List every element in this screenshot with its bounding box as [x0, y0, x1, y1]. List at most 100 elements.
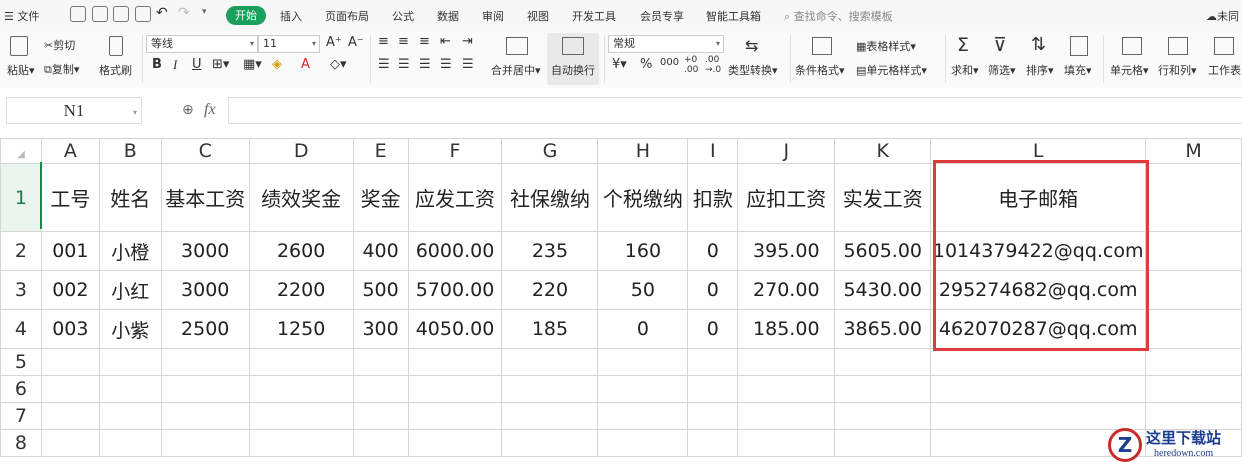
column-header-G[interactable]: G: [501, 138, 599, 164]
quick-access-dropdown-icon[interactable]: ▾: [202, 7, 207, 17]
filter-icon[interactable]: ⊽: [993, 34, 1007, 56]
fill-button[interactable]: 填充▾: [1064, 62, 1092, 78]
worksheet-button[interactable]: 工作表: [1208, 62, 1241, 78]
cell[interactable]: 400: [352, 231, 409, 271]
sort-icon[interactable]: ⇅: [1031, 34, 1046, 55]
undo-icon[interactable]: ↶: [156, 5, 168, 21]
header-cell[interactable]: 实发工资: [834, 163, 932, 232]
redo-icon[interactable]: ↷: [178, 5, 190, 21]
cloud-sync-status[interactable]: ☁未同: [1206, 8, 1239, 24]
bold-icon[interactable]: B: [152, 57, 162, 72]
type-convert-button[interactable]: 类型转换▾: [728, 62, 778, 78]
row-col-icon[interactable]: [1168, 37, 1188, 55]
font-size-select[interactable]: 11 ▾: [258, 35, 320, 53]
worksheet-icon[interactable]: [1214, 37, 1234, 55]
cell[interactable]: 1250: [248, 309, 354, 349]
decrease-indent-icon[interactable]: ⇤: [440, 34, 451, 49]
row-header-2[interactable]: 2: [0, 231, 42, 271]
tab-formulas[interactable]: 公式: [392, 8, 414, 24]
type-convert-icon[interactable]: ⇆: [745, 36, 758, 55]
header-cell[interactable]: 社保缴纳: [501, 163, 599, 232]
cell[interactable]: 001: [40, 231, 100, 271]
underline-icon[interactable]: U: [192, 57, 202, 72]
cell-style-button[interactable]: ▤单元格样式▾: [856, 62, 927, 78]
row-header-8[interactable]: 8: [0, 429, 42, 457]
column-header-J[interactable]: J: [737, 138, 836, 164]
align-left-icon[interactable]: ☰: [378, 57, 390, 72]
header-cell[interactable]: 扣款: [687, 163, 739, 232]
percent-icon[interactable]: %: [640, 57, 652, 72]
cell[interactable]: 270.00: [737, 270, 836, 310]
header-cell[interactable]: 电子邮箱: [930, 163, 1147, 232]
cell[interactable]: 3000: [160, 270, 250, 310]
font-color-icon[interactable]: A: [301, 57, 310, 72]
tab-review[interactable]: 审阅: [482, 8, 504, 24]
cell[interactable]: 160: [597, 231, 689, 271]
conditional-format-icon[interactable]: [812, 37, 832, 55]
print-icon[interactable]: [113, 6, 129, 22]
row-header-4[interactable]: 4: [0, 309, 42, 349]
merge-center-button[interactable]: 合并居中▾: [491, 62, 541, 78]
thousands-separator-icon[interactable]: 000: [660, 57, 679, 68]
header-cell[interactable]: 奖金: [352, 163, 409, 232]
number-format-select[interactable]: 常规 ▾: [608, 35, 724, 53]
cell[interactable]: 235: [501, 231, 599, 271]
brush-icon[interactable]: [109, 36, 123, 56]
export-pdf-icon[interactable]: [92, 6, 108, 22]
cell[interactable]: 0: [597, 309, 689, 349]
row-header-3[interactable]: 3: [0, 270, 42, 310]
cell[interactable]: 003: [40, 309, 100, 349]
font-name-select[interactable]: 等线 ▾: [146, 35, 258, 53]
cell[interactable]: 185.00: [737, 309, 836, 349]
cell[interactable]: 0: [687, 270, 739, 310]
filter-button[interactable]: 筛选▾: [988, 62, 1016, 78]
row-col-button[interactable]: 行和列▾: [1158, 62, 1197, 78]
column-header-M[interactable]: M: [1145, 138, 1242, 164]
cell[interactable]: 395.00: [737, 231, 836, 271]
name-box[interactable]: N1: [6, 97, 142, 124]
tab-member[interactable]: 会员专享: [640, 8, 684, 24]
decrease-font-icon[interactable]: A⁻: [348, 35, 364, 50]
column-header-I[interactable]: I: [687, 138, 739, 164]
header-cell[interactable]: 个税缴纳: [597, 163, 689, 232]
cell[interactable]: [1145, 270, 1242, 310]
email-cell[interactable]: 1014379422@qq.com: [930, 231, 1147, 271]
command-search[interactable]: ⌕ 查找命令、搜索模板: [784, 8, 893, 24]
cell[interactable]: 220: [501, 270, 599, 310]
currency-icon[interactable]: ¥▾: [612, 57, 627, 72]
formula-input[interactable]: [228, 97, 1242, 124]
cell[interactable]: 5430.00: [834, 270, 932, 310]
column-header-E[interactable]: E: [352, 138, 409, 164]
email-cell[interactable]: 295274682@qq.com: [930, 270, 1147, 310]
decrease-decimal-icon[interactable]: .00 →.0: [705, 55, 721, 75]
insert-function-button[interactable]: fx: [204, 101, 216, 119]
row-header-1[interactable]: 1: [0, 163, 42, 232]
conditional-format-button[interactable]: 条件格式▾: [795, 62, 845, 78]
paste-button[interactable]: 粘贴▾: [7, 62, 35, 78]
file-menu[interactable]: ☰ 文件: [4, 8, 39, 24]
increase-indent-icon[interactable]: ⇥: [462, 34, 473, 49]
column-header-K[interactable]: K: [834, 138, 932, 164]
increase-decimal-icon[interactable]: +0.00: [684, 55, 698, 75]
header-cell[interactable]: 绩效奖金: [248, 163, 354, 232]
column-header-H[interactable]: H: [597, 138, 689, 164]
cell[interactable]: 小红: [98, 270, 162, 310]
print-preview-icon[interactable]: [135, 6, 151, 22]
cell[interactable]: 185: [501, 309, 599, 349]
cell-icon[interactable]: [1122, 37, 1142, 55]
border-icon[interactable]: ⊞▾: [212, 57, 229, 72]
tab-view[interactable]: 视图: [527, 8, 549, 24]
cell[interactable]: [1145, 163, 1242, 232]
cell-shading-icon[interactable]: ▦▾: [243, 57, 262, 72]
cell[interactable]: [1145, 231, 1242, 271]
header-cell[interactable]: 基本工资: [160, 163, 250, 232]
copy-button[interactable]: ⧉复制▾: [44, 61, 79, 77]
align-right-icon[interactable]: ☰: [419, 57, 431, 72]
column-header-A[interactable]: A: [40, 138, 100, 164]
justify-icon[interactable]: ☰: [440, 57, 452, 72]
format-painter-button[interactable]: 格式刷: [99, 62, 132, 78]
column-header-F[interactable]: F: [407, 138, 503, 164]
column-header-B[interactable]: B: [98, 138, 162, 164]
table-style-button[interactable]: ▦表格样式▾: [856, 38, 916, 54]
header-cell[interactable]: 姓名: [98, 163, 162, 232]
